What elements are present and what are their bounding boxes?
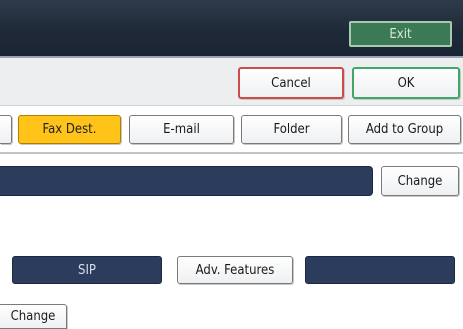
change-destination-button[interactable]: Change — [381, 166, 459, 196]
tab-add-to-group[interactable]: Add to Group — [348, 115, 461, 144]
adv-features-button[interactable]: Adv. Features — [177, 256, 293, 284]
tab-previous-partial[interactable] — [0, 115, 12, 144]
destination-field — [0, 166, 373, 196]
tab-folder[interactable]: Folder — [241, 115, 342, 144]
cancel-button[interactable]: Cancel — [238, 67, 344, 99]
sip-button[interactable]: SIP — [12, 256, 162, 284]
exit-button[interactable]: Exit — [349, 21, 452, 47]
tab-fax-dest[interactable]: Fax Dest. — [18, 115, 121, 144]
change-button[interactable]: Change — [0, 304, 67, 329]
tab-email[interactable]: E-mail — [129, 115, 234, 144]
option-button-dark[interactable] — [305, 256, 455, 284]
section-divider — [0, 152, 463, 154]
ok-button[interactable]: OK — [352, 67, 460, 99]
